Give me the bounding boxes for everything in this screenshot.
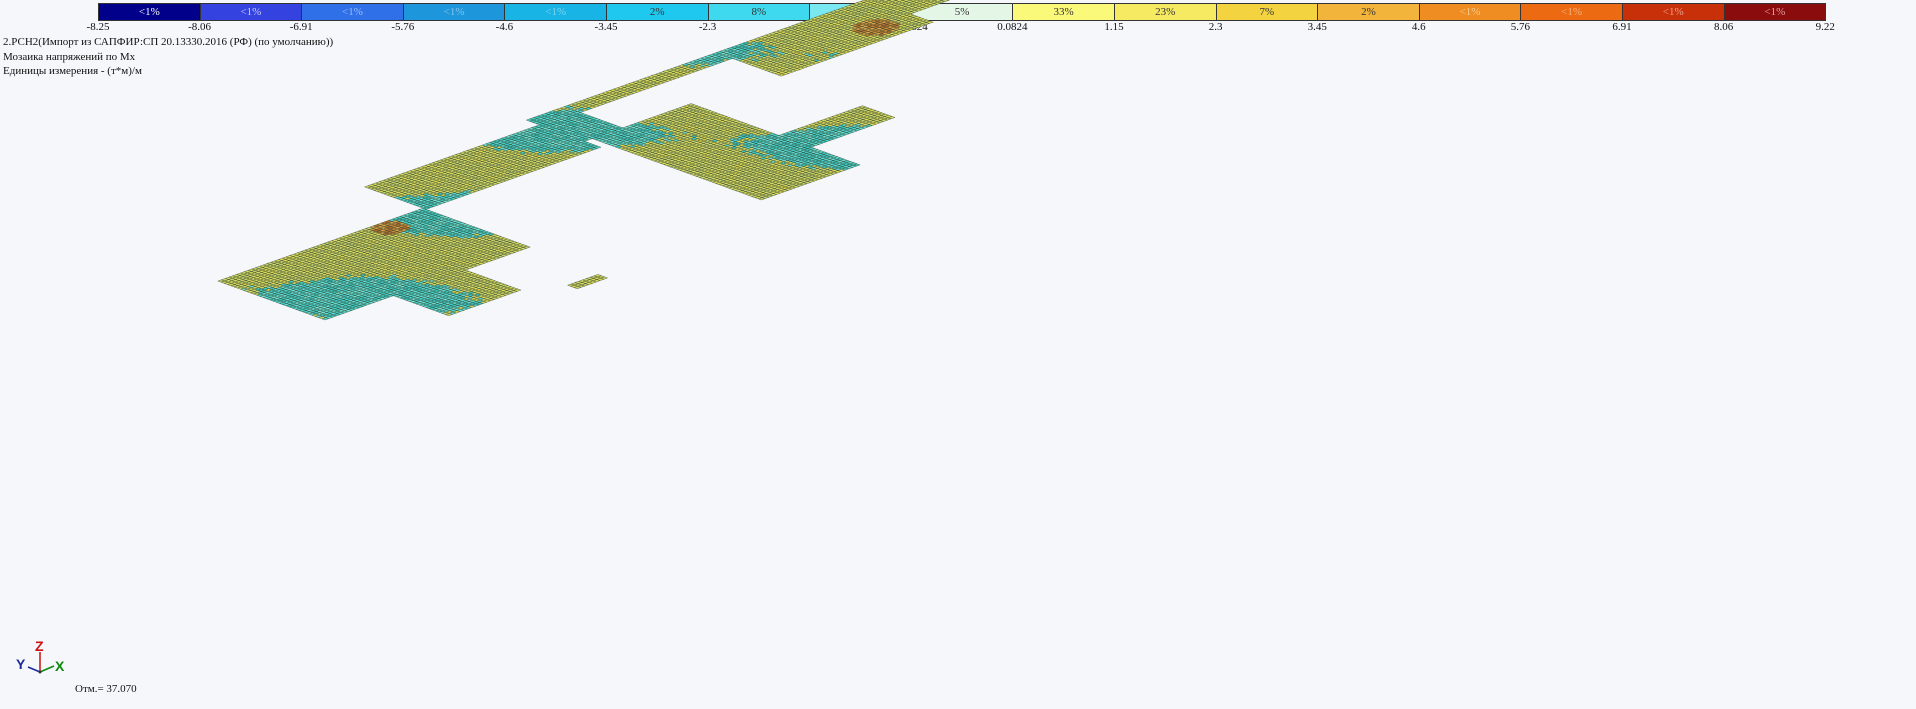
slab-mesh-viewport[interactable] <box>0 0 1916 709</box>
